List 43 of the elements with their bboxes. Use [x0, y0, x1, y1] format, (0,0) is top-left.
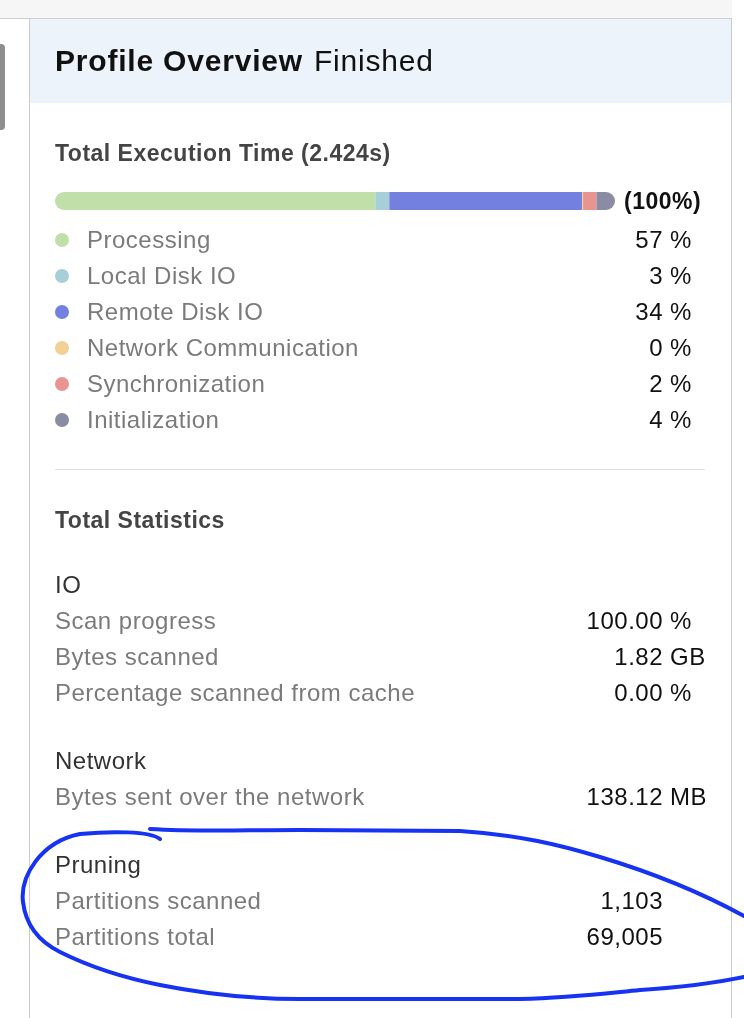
unit-label: MB: [669, 783, 707, 811]
unit-label: %: [669, 607, 692, 635]
group-heading: Network: [55, 746, 147, 776]
percent-value: 3: [649, 262, 663, 290]
unit-label: %: [669, 679, 692, 707]
stat-value: 138.12: [586, 783, 663, 811]
legend-label: Synchronization: [87, 370, 266, 398]
percent-value: 2: [649, 370, 663, 398]
legend-label: Remote Disk IO: [87, 298, 264, 326]
stat-label: Bytes scanned: [55, 643, 219, 671]
total-percent: (100%): [624, 187, 702, 215]
unit-label: %: [669, 298, 692, 326]
stat-label: Partitions scanned: [55, 887, 262, 915]
legend-label: Processing: [87, 226, 211, 254]
unit-label: GB: [669, 643, 706, 671]
group-heading: IO: [55, 570, 82, 600]
legend-label: Initialization: [87, 406, 220, 434]
unit-label: %: [669, 406, 692, 434]
percent-value: 0: [649, 334, 663, 362]
panel-handle[interactable]: [0, 44, 5, 130]
section-title: Total Statistics: [55, 506, 225, 535]
section-title: Total Execution Time (2.424s): [55, 139, 391, 168]
stat-label: Partitions total: [55, 923, 216, 951]
legend-label: Local Disk IO: [87, 262, 237, 290]
unit-label: %: [669, 262, 692, 290]
status-label: Finished: [313, 44, 434, 78]
unit-label: %: [669, 226, 692, 254]
legend-label: Network Communication: [87, 334, 359, 362]
panel-title: Profile Overview: [55, 44, 303, 78]
unit-label: %: [669, 370, 692, 398]
unit-label: %: [669, 334, 692, 362]
stat-value: 69,005: [586, 923, 663, 951]
stat-label: Bytes sent over the network: [55, 783, 365, 811]
stat-value: 100.00: [586, 607, 663, 635]
stat-value: 0.00: [614, 679, 663, 707]
percent-value: 57: [635, 226, 663, 254]
percent-value: 4: [649, 406, 663, 434]
stat-label: Scan progress: [55, 607, 217, 635]
percent-value: 34: [635, 298, 663, 326]
stat-value: 1,103: [600, 887, 663, 915]
group-heading: Pruning: [55, 850, 142, 880]
stat-label: Percentage scanned from cache: [55, 679, 416, 707]
stat-value: 1.82: [614, 643, 663, 671]
